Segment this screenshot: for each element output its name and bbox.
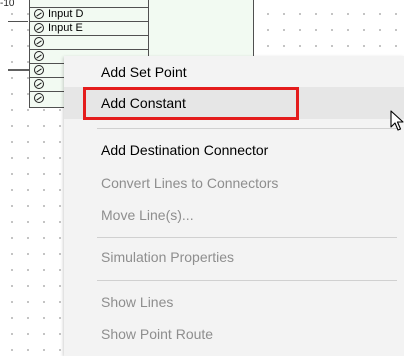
menu-separator (97, 237, 397, 238)
input-label: Input E (48, 22, 83, 34)
input-port-e[interactable]: Input E (30, 21, 148, 35)
context-menu: Add Set Point Add Constant Add Destinati… (64, 56, 404, 356)
input-pin-icon (34, 9, 44, 19)
menu-separator (97, 280, 397, 281)
menu-item-show-point-route[interactable]: Show Point Route (64, 318, 404, 350)
menu-item-label: Show Lines (101, 294, 174, 310)
input-pin-icon (34, 93, 44, 103)
menu-item-show-lines[interactable]: Show Lines (64, 286, 404, 318)
menu-item-label: Add Destination Connector (101, 142, 269, 158)
menu-item-label: Simulation Properties (101, 249, 235, 265)
menu-item-add-set-point[interactable]: Add Set Point (64, 56, 404, 88)
input-pin-icon (34, 23, 44, 33)
input-pin-icon (34, 65, 44, 75)
highlight-box (83, 87, 299, 120)
menu-item-convert-lines-to-connectors[interactable]: Convert Lines to Connectors (64, 167, 404, 199)
menu-separator (97, 128, 397, 129)
menu-item-label: Convert Lines to Connectors (101, 175, 279, 191)
mouse-pointer-icon (390, 110, 404, 131)
input-port[interactable] (30, 35, 148, 49)
input-pin-icon (34, 51, 44, 61)
menu-item-label: Move Line(s)... (101, 207, 194, 223)
menu-item-add-destination-connector[interactable]: Add Destination Connector (64, 134, 404, 166)
input-pin-icon (34, 37, 44, 47)
menu-item-move-lines[interactable]: Move Line(s)... (64, 199, 404, 231)
axis-tick-label: -10 (0, 0, 15, 9)
input-port-d[interactable]: Input D (30, 7, 148, 21)
input-label: Input D (48, 8, 84, 20)
menu-item-label: Show Point Route (101, 326, 214, 342)
menu-item-add-constant[interactable]: Add Constant (64, 87, 404, 120)
menu-item-simulation-properties[interactable]: Simulation Properties (64, 241, 404, 273)
connector-line[interactable] (8, 21, 28, 22)
input-pin-icon (34, 79, 44, 89)
connector-line[interactable] (8, 69, 30, 71)
menu-item-label: Add Set Point (101, 64, 187, 80)
